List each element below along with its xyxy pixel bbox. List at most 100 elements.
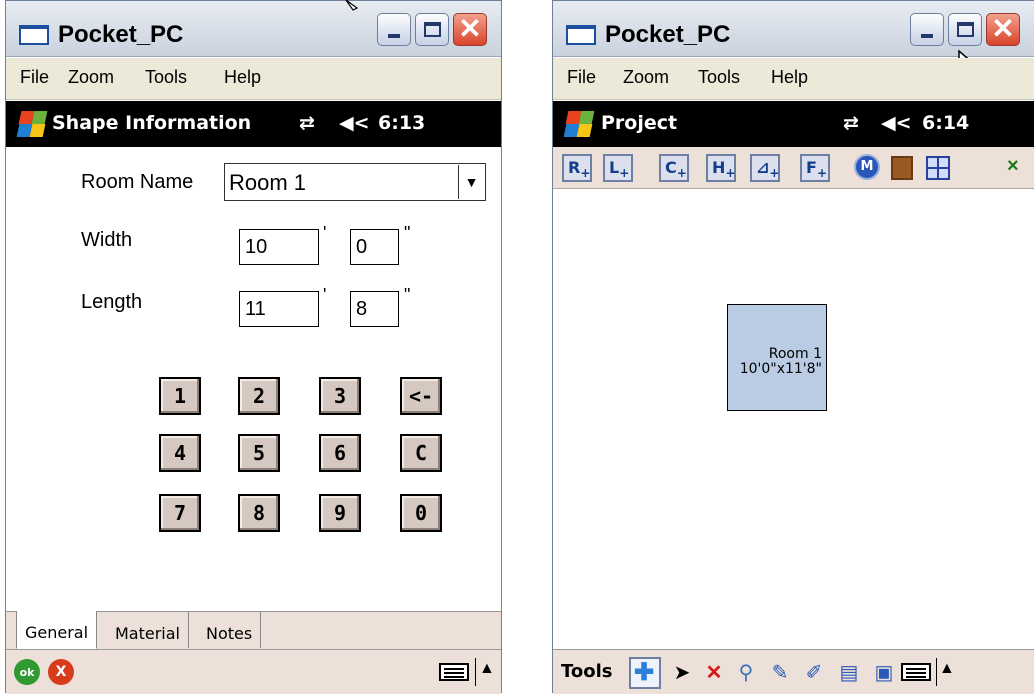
keyboard-icon[interactable] bbox=[901, 663, 931, 681]
menu-tools[interactable]: Tools bbox=[145, 67, 187, 88]
add-h-shape-button[interactable]: H+ bbox=[706, 154, 736, 182]
keypad-0-button[interactable]: 0 bbox=[400, 494, 442, 532]
add-shape-button[interactable]: ✚ bbox=[629, 657, 661, 689]
minimize-button[interactable] bbox=[910, 13, 944, 46]
feet-mark: ' bbox=[323, 223, 327, 243]
width-feet-input[interactable]: 10 bbox=[239, 229, 319, 265]
clear-button[interactable]: C bbox=[400, 434, 442, 472]
add-l-shape-button[interactable]: L+ bbox=[603, 154, 633, 182]
close-icon: ✕ bbox=[991, 12, 1015, 44]
tab-strip: General Material Notes bbox=[6, 611, 501, 649]
minimize-icon bbox=[921, 33, 933, 38]
keypad-3-button[interactable]: 3 bbox=[319, 377, 361, 415]
delete-icon[interactable]: ✕ bbox=[701, 660, 727, 686]
clock[interactable]: 6:13 bbox=[378, 112, 425, 134]
command-bar: Tools ✚ ➤ ✕ ⚲ ✎ ✐ ▤ ▣ ▲ bbox=[553, 649, 1034, 694]
dropdown-arrow-icon[interactable]: ▼ bbox=[458, 165, 484, 199]
keypad-8-button[interactable]: 8 bbox=[238, 494, 280, 532]
close-button[interactable]: ✕ bbox=[986, 13, 1020, 46]
ok-button[interactable]: ok bbox=[14, 659, 40, 685]
keypad-4-button[interactable]: 4 bbox=[159, 434, 201, 472]
window-title: Pocket_PC bbox=[605, 21, 731, 48]
length-feet-input[interactable]: 11 bbox=[239, 291, 319, 327]
floor-plan-canvas[interactable]: Room 1 10'0"x11'8" bbox=[553, 190, 1034, 645]
maximize-button[interactable] bbox=[415, 13, 449, 46]
inches-mark: " bbox=[404, 223, 411, 243]
keypad-5-button[interactable]: 5 bbox=[238, 434, 280, 472]
input-panel-arrow-icon[interactable]: ▲ bbox=[939, 660, 955, 678]
input-panel-arrow-icon[interactable]: ▲ bbox=[479, 660, 495, 678]
save-icon[interactable]: ▣ bbox=[871, 660, 897, 686]
menu-zoom[interactable]: Zoom bbox=[623, 67, 669, 88]
status-bar: Project ⇄ ◀< 6:14 bbox=[553, 101, 1034, 147]
menu-tools[interactable]: Tools bbox=[698, 67, 740, 88]
keypad-1-button[interactable]: 1 bbox=[159, 377, 201, 415]
room-name-value: Room 1 bbox=[229, 170, 307, 195]
windows-start-icon[interactable] bbox=[16, 109, 48, 139]
menu-help[interactable]: Help bbox=[771, 67, 808, 88]
add-freeform-button[interactable]: F+ bbox=[800, 154, 830, 182]
minimize-icon bbox=[388, 33, 400, 38]
tools-menu-button[interactable]: Tools bbox=[561, 661, 613, 682]
edit-icon[interactable]: ✎ bbox=[767, 660, 793, 686]
minimize-button[interactable] bbox=[377, 13, 411, 46]
menu-help[interactable]: Help bbox=[224, 67, 261, 88]
window-shape-icon[interactable] bbox=[926, 156, 950, 180]
room-label: Room 1 10'0"x11'8" bbox=[728, 347, 822, 377]
notes-icon[interactable]: ✐ bbox=[801, 660, 827, 686]
menu-file[interactable]: File bbox=[567, 67, 596, 88]
close-button[interactable]: ✕ bbox=[453, 13, 487, 46]
add-rectangle-room-button[interactable]: R+ bbox=[562, 154, 592, 182]
room-name-select[interactable]: Room 1 ▼ bbox=[224, 163, 486, 201]
menu-file[interactable]: File bbox=[20, 67, 49, 88]
add-stair-shape-button[interactable]: ⊿+ bbox=[750, 154, 780, 182]
length-label: Length bbox=[81, 291, 143, 313]
title-bar: Pocket_PC ✕ bbox=[6, 1, 501, 57]
tab-notes[interactable]: Notes bbox=[198, 612, 262, 648]
backspace-button[interactable]: <- bbox=[400, 377, 442, 415]
keypad-7-button[interactable]: 7 bbox=[159, 494, 201, 532]
tool-label: C bbox=[665, 158, 677, 177]
keyboard-icon[interactable] bbox=[439, 663, 469, 681]
room-shape[interactable]: Room 1 10'0"x11'8" bbox=[727, 304, 827, 411]
tab-general[interactable]: General bbox=[16, 611, 98, 649]
add-c-shape-button[interactable]: C+ bbox=[659, 154, 689, 182]
connectivity-icon[interactable]: ⇄ bbox=[299, 112, 315, 134]
windows-start-icon[interactable] bbox=[563, 109, 595, 139]
room-dimensions-text: 10'0"x11'8" bbox=[739, 361, 822, 377]
inches-mark: " bbox=[404, 285, 411, 305]
cancel-button[interactable]: X bbox=[48, 659, 74, 685]
shape-toolbar: R+ L+ C+ H+ ⊿+ F+ M × bbox=[553, 147, 1034, 189]
pocket-pc-window-right: Pocket_PC ✕ File Zoom Tools Help Project… bbox=[552, 0, 1034, 694]
close-toolbar-icon[interactable]: × bbox=[1007, 155, 1019, 178]
width-label: Width bbox=[81, 229, 133, 251]
menu-bar: File Zoom Tools Help bbox=[6, 58, 501, 100]
separator bbox=[936, 658, 937, 686]
length-inches-input[interactable]: 8 bbox=[350, 291, 399, 327]
width-inches-input[interactable]: 0 bbox=[350, 229, 399, 265]
connectivity-icon[interactable]: ⇄ bbox=[843, 112, 859, 134]
keypad-9-button[interactable]: 9 bbox=[319, 494, 361, 532]
tab-material[interactable]: Material bbox=[107, 612, 189, 648]
maximize-icon bbox=[423, 22, 441, 37]
volume-icon[interactable]: ◀< bbox=[339, 112, 370, 134]
menu-bar: File Zoom Tools Help bbox=[553, 58, 1034, 100]
tool-label: H bbox=[712, 158, 726, 177]
measure-icon[interactable]: M bbox=[854, 154, 880, 180]
properties-icon[interactable]: ▤ bbox=[836, 660, 862, 686]
zoom-icon[interactable]: ⚲ bbox=[733, 660, 759, 686]
door-icon[interactable] bbox=[891, 156, 913, 180]
separator bbox=[475, 658, 476, 686]
menu-zoom[interactable]: Zoom bbox=[68, 67, 114, 88]
tool-label: L bbox=[609, 158, 620, 177]
volume-icon[interactable]: ◀< bbox=[881, 112, 912, 134]
keypad-2-button[interactable]: 2 bbox=[238, 377, 280, 415]
window-icon bbox=[19, 25, 49, 45]
keypad-6-button[interactable]: 6 bbox=[319, 434, 361, 472]
pocket-pc-window-left: Pocket_PC ✕ File Zoom Tools Help Shape I… bbox=[5, 0, 502, 694]
maximize-button[interactable] bbox=[948, 13, 982, 46]
plus-icon: ✚ bbox=[634, 659, 655, 686]
clock[interactable]: 6:14 bbox=[922, 112, 969, 134]
select-pointer-icon[interactable]: ➤ bbox=[669, 660, 695, 686]
screen-title: Project bbox=[601, 112, 678, 134]
